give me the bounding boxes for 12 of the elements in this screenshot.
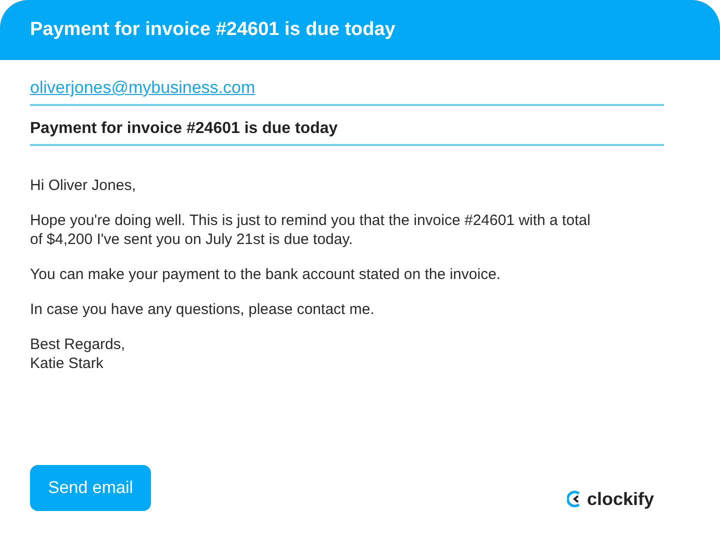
body-paragraph: In case you have any questions, please contact me. [30,300,376,319]
body-paragraph: You can make your payment to the bank account stated on the invoice. [30,265,502,284]
body-paragraph: Hi Oliver Jones, [30,176,137,195]
subject-field[interactable]: Payment for invoice #24601 is due today [30,116,664,146]
recipient-field[interactable]: oliverjones@mybusiness.com [30,74,664,106]
email-title: Payment for invoice #24601 is due today [30,19,396,41]
body-paragraph: Best Regards, Katie Stark [30,335,126,373]
recipient-link[interactable]: oliverjones@mybusiness.com [30,78,256,97]
send-email-button[interactable]: Send email [30,465,152,511]
logo-text: clockify [586,488,654,510]
body-paragraph: Hope you're doing well. This is just to remind you that the invoice #24601 with a total of $4,200 I've sent you on July 21st is due today. [30,211,592,249]
subject-text: Payment for invoice #24601 is due today [30,120,338,137]
